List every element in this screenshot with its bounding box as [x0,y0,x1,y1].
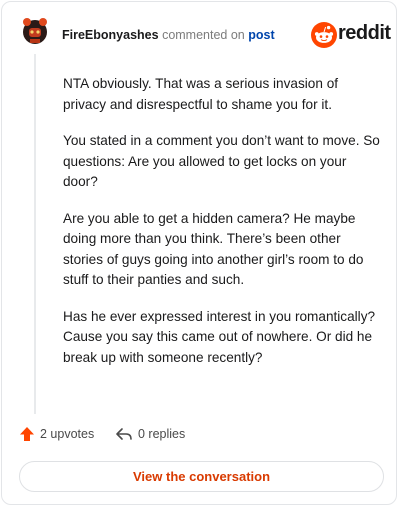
commented-on-text: commented on [162,28,245,42]
comment-meta: FireEbonyashes commented on post [62,28,275,42]
reply-button[interactable]: 0 replies [115,426,185,442]
comment-paragraph: Are you able to get a hidden camera? He … [63,210,364,288]
reply-count: 0 replies [138,427,186,441]
view-conversation-button[interactable]: View the conversation [19,461,384,492]
comment-body: NTA obviously. That was a serious invasi… [63,74,381,384]
user-avatar[interactable] [20,16,50,46]
author-name[interactable]: FireEbonyashes [62,28,159,42]
thread-line [34,54,36,414]
comment-paragraph: Has he ever expressed interest in you ro… [63,308,376,365]
reddit-wordmark[interactable]: reddit [338,22,391,45]
comment-header: FireEbonyashes commented on post reddit [2,2,396,66]
comment-paragraph: NTA obviously. That was a serious invasi… [63,76,339,112]
reply-arrow-icon [116,428,132,440]
reddit-logo-icon[interactable] [311,22,337,48]
comment-card: FireEbonyashes commented on post reddit … [1,1,397,505]
upvote-count: 2 upvotes [40,427,95,441]
comment-paragraph: You stated in a comment you don’t want t… [63,133,380,189]
post-link[interactable]: post [248,28,274,42]
upvote-arrow-icon [20,427,34,441]
upvote-button[interactable]: 2 upvotes [19,426,94,442]
